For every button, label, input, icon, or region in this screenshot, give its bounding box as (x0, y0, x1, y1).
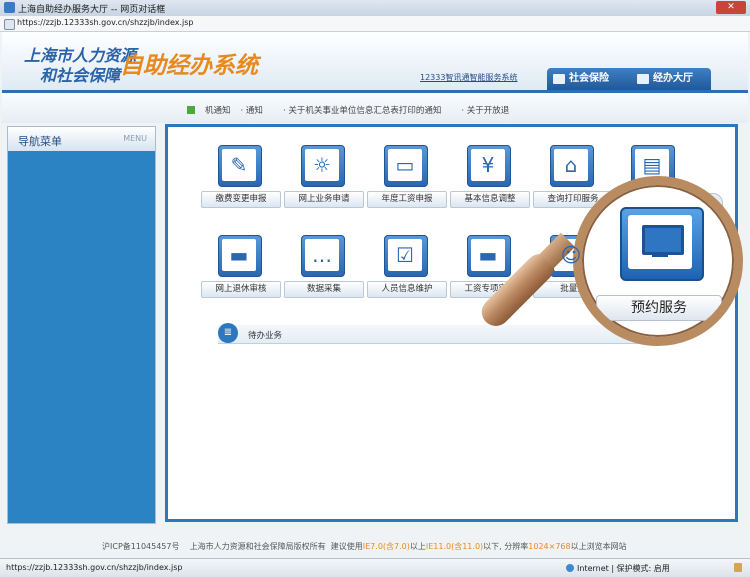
status-bar: https://zzjb.12333sh.gov.cn/shzzjb/index… (0, 558, 750, 577)
service-item-retirement-review[interactable]: ▬ 网上退休审核 (201, 235, 281, 305)
yen-icon: ¥ (481, 153, 495, 177)
service-label: 缴费变更申报 (201, 191, 281, 208)
notice-item[interactable]: · 通知 (241, 106, 273, 116)
sidebar-menu-label: MENU (123, 134, 147, 143)
notice-bar: 机通知 · 通知 · 关于机关事业单位信息汇总表打印的通知 · 关于开放退 (2, 90, 748, 123)
magnifier-lens: 预约服务 (573, 176, 743, 346)
service-item-annual-salary[interactable]: ▭ 年度工资申报 (367, 145, 447, 215)
chat-icon: … (312, 243, 332, 267)
service-label: 网上业务申请 (284, 191, 364, 208)
pending-tasks-bar[interactable]: ≣ 待办业务 (218, 323, 648, 344)
service-item-personnel-info[interactable]: ☑ 人员信息维护 (367, 235, 447, 305)
tab-label: 社会保险 (569, 73, 609, 84)
service-item-online-application[interactable]: ☼ 网上业务申请 (284, 145, 364, 215)
monitor-icon (642, 225, 684, 255)
address-bar: https://zzjb.12333sh.gov.cn/shzzjb/index… (0, 16, 750, 32)
form-icon: ✎ (230, 153, 248, 177)
notice-item[interactable]: 机通知 (205, 106, 231, 116)
appointment-service-button[interactable]: 预约服务 (596, 295, 722, 321)
logo-line2: 和社会保障 (40, 66, 121, 85)
checklist-icon: ☑ (396, 243, 414, 267)
globe-icon (566, 564, 574, 572)
browser-dialog-window: 上海自助经办服务大厅 -- 网页对话框 ✕ https://zzjb.12333… (0, 0, 750, 577)
speaker-icon (187, 106, 195, 114)
sidebar-header: 导航菜单 MENU (8, 127, 155, 151)
service-label: 基本信息调整 (450, 191, 530, 208)
security-zone: Internet | 保护模式: 启用 (566, 563, 670, 574)
service-label: 人员信息维护 (367, 281, 447, 298)
ie-icon (4, 2, 15, 13)
notice-list: 机通知 · 通知 · 关于机关事业单位信息汇总表打印的通知 · 关于开放退 (187, 104, 529, 116)
tab-social-insurance[interactable]: 社会保险 (547, 68, 637, 90)
shield-icon (553, 74, 565, 84)
people-icon: ☺ (560, 243, 582, 267)
logo-system-name: 自助经办系统 (120, 53, 258, 79)
pending-tasks-label: 待办业务 (248, 331, 283, 341)
tab-label: 经办大厅 (653, 73, 693, 84)
service-link[interactable]: 12333智讯通智能服务系统 (420, 72, 517, 83)
list-icon: ≣ (218, 323, 238, 343)
printer-icon: ▬ (478, 243, 498, 267)
nav-sidebar: 导航菜单 MENU (7, 126, 156, 524)
tab-service-hall[interactable]: 经办大厅 (631, 68, 711, 90)
lock-icon (734, 563, 742, 572)
monitor-icon: ▭ (395, 153, 415, 177)
service-label: 数据采集 (284, 281, 364, 298)
lock-icon (4, 19, 15, 30)
title-bar: 上海自助经办服务大厅 -- 网页对话框 ✕ (0, 0, 750, 17)
building-icon (637, 74, 649, 84)
site-header: 上海市人力资源 和社会保障 自助经办系统 12333智讯通智能服务系统 社会保险… (2, 32, 748, 90)
service-item-data-collection[interactable]: … 数据采集 (284, 235, 364, 305)
printer-icon: ▬ (229, 243, 249, 267)
notice-item[interactable]: · 关于机关事业单位信息汇总表打印的通知 (283, 106, 451, 116)
handshake-icon: ☼ (313, 153, 331, 177)
home-icon: ⌂ (564, 153, 578, 177)
sidebar-title: 导航菜单 (18, 135, 62, 148)
service-item-fee-change[interactable]: ✎ 缴费变更申报 (201, 145, 281, 215)
service-label: 年度工资申报 (367, 191, 447, 208)
document-search-icon: ▤ (642, 153, 662, 177)
window-title: 上海自助经办服务大厅 -- 网页对话框 (18, 5, 166, 15)
service-label: 网上退休审核 (201, 281, 281, 298)
notice-item[interactable]: · 关于开放退 (461, 106, 519, 116)
page-footer: 沪ICP备11045457号 上海市人力资源和社会保障局版权所有 建议使用IE7… (2, 538, 748, 556)
service-item-basic-info[interactable]: ¥ 基本信息调整 (450, 145, 530, 215)
address-url: https://zzjb.12333sh.gov.cn/shzzjb/index… (17, 18, 194, 27)
status-url: https://zzjb.12333sh.gov.cn/shzzjb/index… (6, 563, 183, 572)
footer-text: 沪ICP备11045457号 上海市人力资源和社会保障局版权所有 建议使用IE7… (102, 542, 627, 551)
close-button[interactable]: ✕ (716, 1, 746, 14)
